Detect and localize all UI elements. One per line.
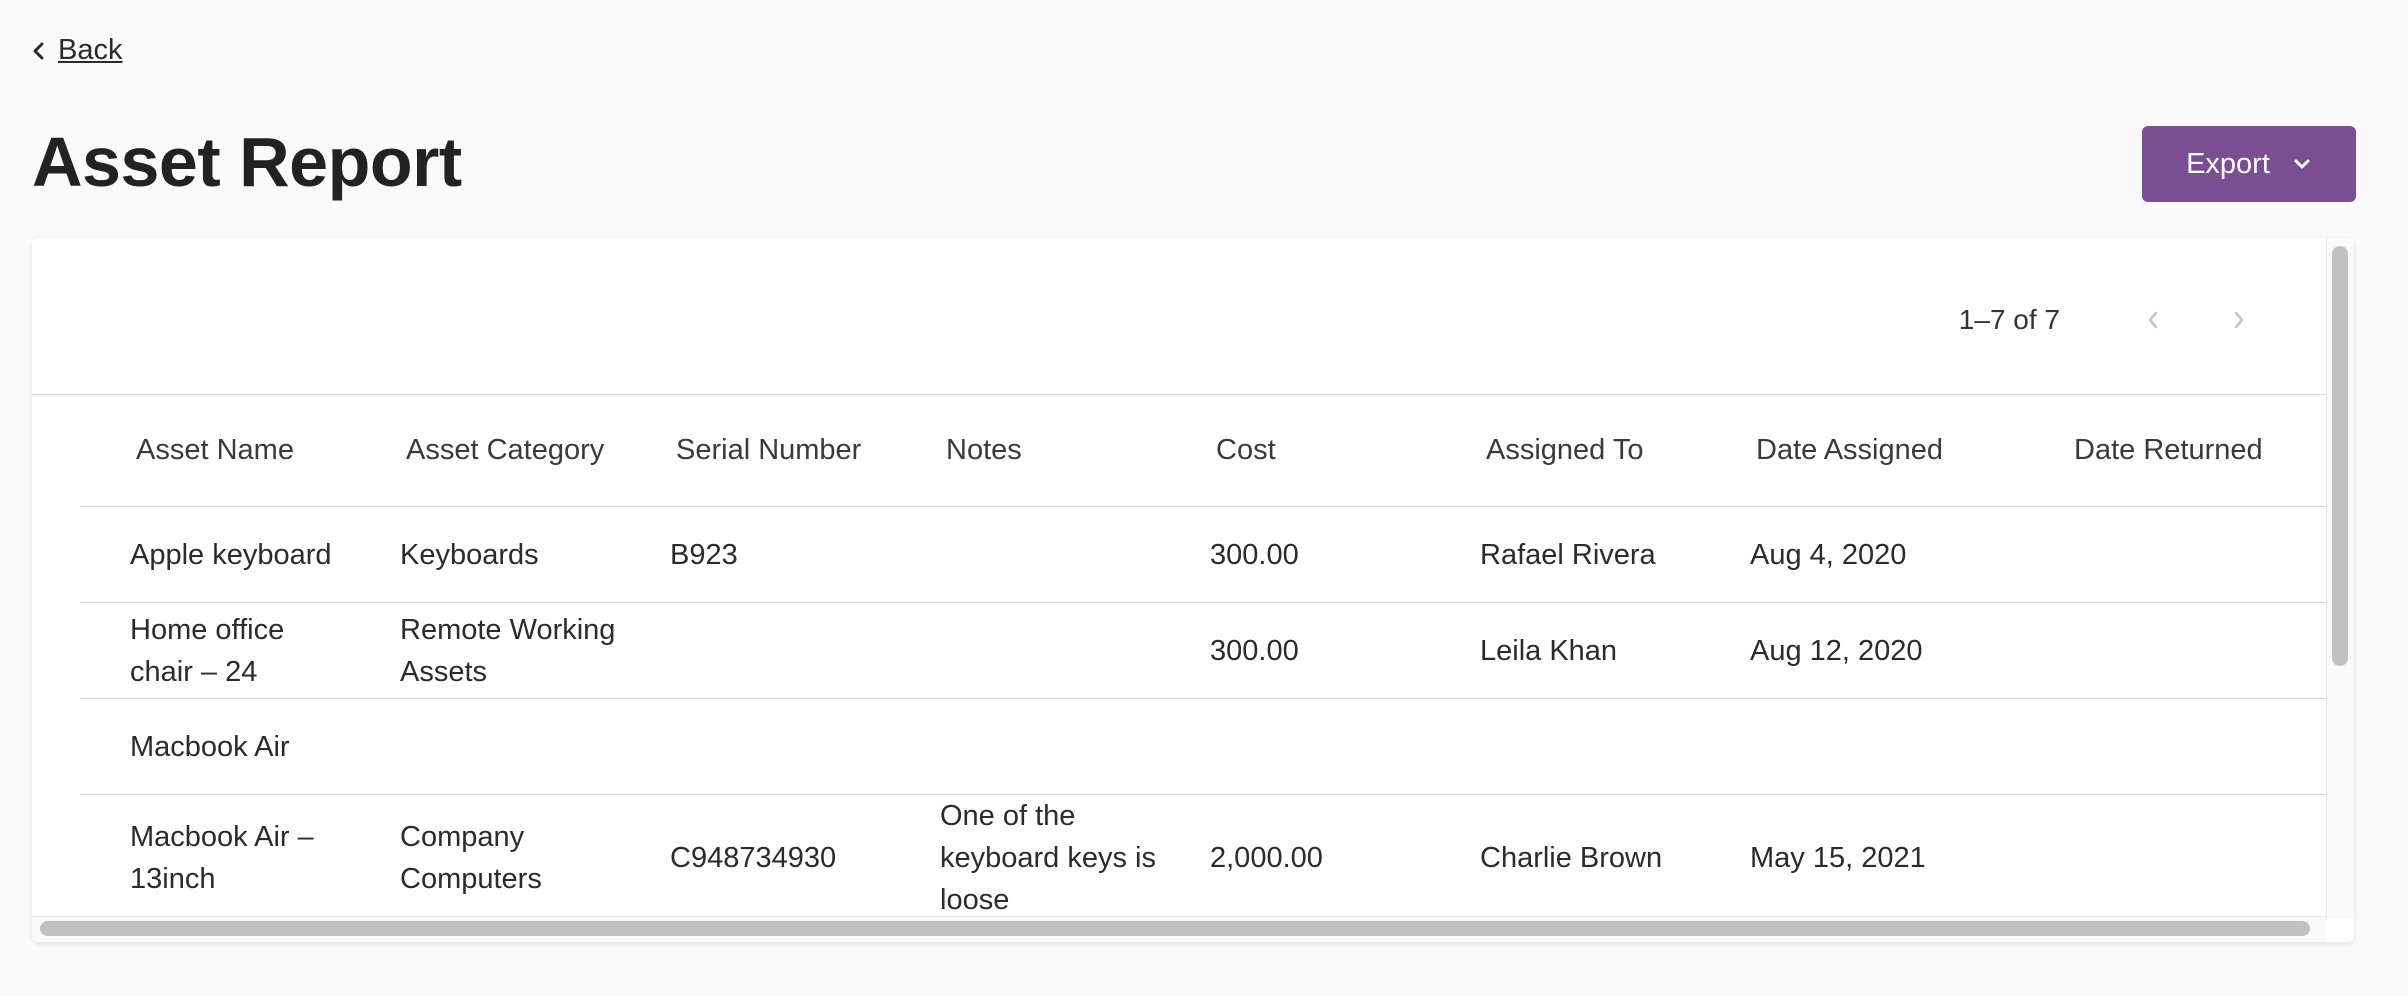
cell-asset-category: Keyboards <box>400 538 539 571</box>
export-button[interactable]: Export <box>2142 126 2356 202</box>
column-header[interactable]: Notes <box>890 434 1160 467</box>
cell-cost: 2,000.00 <box>1210 841 1323 874</box>
table-row[interactable]: Macbook Air – 13inch Company Computers C… <box>80 795 2326 921</box>
cell-assigned-to: Leila Khan <box>1480 634 1618 667</box>
table-row[interactable]: Apple keyboard Keyboards B923 300.00 Raf… <box>80 507 2326 603</box>
back-link[interactable]: Back <box>30 34 122 67</box>
chevron-left-icon <box>33 42 44 59</box>
cell-cost: 300.00 <box>1210 634 1299 667</box>
asset-table: Asset Name Asset Category Serial Number … <box>80 395 2326 921</box>
chevron-left-icon <box>2148 311 2158 329</box>
pagination: 1–7 of 7 <box>1959 300 2282 340</box>
pagination-range: 1–7 of 7 <box>1958 304 2060 335</box>
column-header[interactable]: Cost <box>1160 434 1430 467</box>
cell-asset-category: Company Computers <box>400 820 542 895</box>
export-label: Export <box>2186 147 2270 180</box>
page-title: Asset Report <box>32 123 462 201</box>
cell-asset-name: Macbook Air <box>130 730 290 763</box>
cell-notes: One of the keyboard keys is loose <box>940 799 1156 916</box>
column-header[interactable]: Date Assigned <box>1700 434 2018 467</box>
cell-date-assigned: May 15, 2021 <box>1750 841 1926 874</box>
cell-asset-name: Home office chair – 24 <box>130 613 285 688</box>
back-label: Back <box>58 34 123 66</box>
column-header[interactable]: Asset Category <box>350 434 620 467</box>
report-card: 1–7 of 7 Asset Name Asset Category Seria… <box>32 238 2354 942</box>
column-header[interactable]: Serial Number <box>620 434 890 467</box>
cell-serial-number: B923 <box>670 538 738 571</box>
cell-asset-category: Remote Working Assets <box>400 613 616 688</box>
column-header[interactable]: Assigned To <box>1430 434 1700 467</box>
vertical-scrollbar[interactable] <box>2326 238 2354 918</box>
next-page-button[interactable] <box>2196 300 2282 340</box>
cell-asset-name: Apple keyboard <box>130 538 332 571</box>
column-header[interactable]: Date Returned <box>2018 434 2326 467</box>
cell-date-assigned: Aug 12, 2020 <box>1750 634 1923 667</box>
cell-serial-number: C948734930 <box>670 841 837 874</box>
column-header[interactable]: Asset Name <box>80 434 350 467</box>
cell-assigned-to: Charlie Brown <box>1480 841 1663 874</box>
horizontal-scroll-thumb[interactable] <box>40 921 2310 936</box>
cell-cost: 300.00 <box>1210 538 1299 571</box>
chevron-right-icon <box>2234 311 2244 329</box>
horizontal-scrollbar[interactable] <box>32 916 2326 942</box>
cell-assigned-to: Rafael Rivera <box>1480 538 1656 571</box>
table-row[interactable]: Macbook Air <box>80 699 2326 795</box>
chevron-down-icon <box>2294 159 2310 169</box>
vertical-scroll-thumb[interactable] <box>2332 246 2348 666</box>
prev-page-button[interactable] <box>2110 300 2196 340</box>
table-row[interactable]: Home office chair – 24 Remote Working As… <box>80 603 2326 699</box>
cell-asset-name: Macbook Air – 13inch <box>130 820 314 895</box>
cell-date-assigned: Aug 4, 2020 <box>1750 538 1907 571</box>
table-header: Asset Name Asset Category Serial Number … <box>80 395 2326 507</box>
